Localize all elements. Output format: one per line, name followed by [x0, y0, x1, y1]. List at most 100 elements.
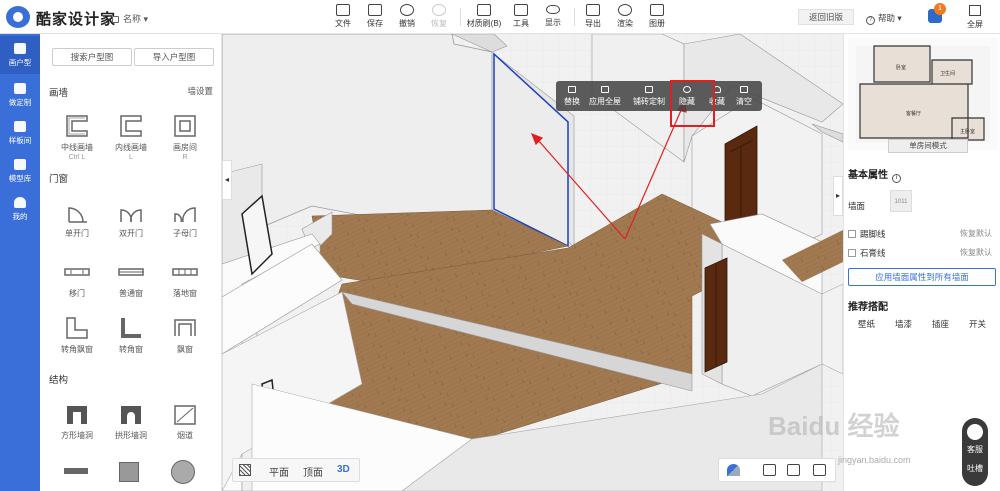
nav-model-label: 模型库 [8, 174, 32, 183]
import-floorplan-button[interactable]: 导入户型图 [134, 48, 214, 66]
mother-son-door-tool[interactable]: 子母门 [158, 198, 212, 239]
centerline-wall-tool[interactable]: 中线画墙 Ctrl L [50, 112, 104, 163]
pillar-round-icon[interactable] [171, 460, 195, 484]
render-button[interactable]: 渲染 [608, 3, 642, 31]
sliding-door-label: 移门 [69, 289, 85, 298]
door-window-section-title: 门窗 [49, 174, 69, 185]
nav-sample-room[interactable]: 样板间 [0, 114, 40, 152]
tile-icon [645, 86, 653, 93]
display-button[interactable]: 显示 [536, 3, 570, 31]
wall-settings-link[interactable]: 墙设置 [187, 85, 213, 97]
plaster-label: 石膏线 [860, 248, 886, 258]
project-name[interactable]: 名称 ▾ [112, 12, 148, 25]
flue-icon [171, 400, 199, 428]
undo-button[interactable]: 撤销 [390, 3, 424, 31]
rec-tab-socket[interactable]: 插座 [922, 318, 959, 330]
context-tile-custom[interactable]: 铺砖定制 [632, 84, 666, 108]
undo-icon [400, 4, 414, 16]
square-opening-tool[interactable]: 方形墙洞 [50, 400, 104, 441]
arch-opening-tool[interactable]: 拱形墙洞 [104, 400, 158, 441]
file-button[interactable]: 文件 [326, 3, 360, 31]
wall-material-swatch[interactable]: 1011 [890, 190, 912, 212]
single-door-tool[interactable]: 单开门 [50, 198, 104, 239]
corner-window-icon [117, 314, 145, 342]
back-to-old-version-button[interactable]: 返回旧版 [798, 9, 854, 25]
normal-window-icon [117, 258, 145, 286]
inner-wall-tool[interactable]: 内线画墙 L [104, 112, 158, 163]
save-button[interactable]: 保存 [358, 3, 392, 31]
context-apply-whole-house[interactable]: 应用全屋 [588, 84, 622, 108]
flue-tool[interactable]: 烟道 [158, 400, 212, 441]
skirting-reset-link[interactable]: 恢复默认 [960, 228, 992, 239]
redo-button[interactable]: 恢复 [422, 3, 456, 31]
hourglass-icon [740, 86, 748, 93]
fullscreen-icon [969, 5, 981, 16]
mother-son-door-icon [171, 198, 199, 226]
floor-window-tool[interactable]: 落地窗 [158, 258, 212, 299]
walk-mode-icon[interactable] [727, 464, 740, 476]
nav-mine[interactable]: 我的 [0, 190, 40, 228]
nav-custom[interactable]: 做定制 [0, 76, 40, 114]
search-floorplan-button[interactable]: 搜索户型图 [52, 48, 132, 66]
floorplan-minimap[interactable]: 卧室 卫生间 客餐厅 主卧室 单房间模式 [848, 38, 998, 153]
rec-tab-switch[interactable]: 开关 [959, 318, 996, 330]
bay-window-tool[interactable]: 飘窗 [158, 314, 212, 355]
square-opening-icon [63, 400, 91, 428]
mother-son-door-label: 子母门 [173, 229, 197, 238]
corner-bay-window-label: 转角飘窗 [61, 345, 93, 354]
album-button[interactable]: 图册 [640, 3, 674, 31]
rec-tab-wallpaper[interactable]: 壁纸 [848, 318, 885, 330]
bay-window-icon [171, 314, 199, 342]
plaster-checkbox[interactable] [848, 249, 856, 257]
tab-top[interactable]: 顶面 [303, 464, 323, 479]
tab-3d[interactable]: 3D [337, 464, 350, 475]
skirting-checkbox[interactable] [848, 230, 856, 238]
nav-model-library[interactable]: 模型库 [0, 152, 40, 190]
nav-floorplan[interactable]: 画户型 [0, 36, 40, 74]
tools-button[interactable]: 工具 [504, 3, 538, 31]
centerline-wall-icon [63, 112, 91, 140]
customer-service-widget[interactable]: 客服 吐槽 [962, 418, 988, 486]
corner-window-tool[interactable]: 转角窗 [104, 314, 158, 355]
draw-room-label: 画房间 [173, 143, 197, 152]
material-view-icon[interactable] [239, 464, 251, 476]
help-menu[interactable]: ? 帮助 ▾ [866, 12, 902, 25]
fullscreen-button[interactable]: 全屏 [964, 3, 986, 31]
tab-plan[interactable]: 平面 [269, 464, 289, 479]
beam-icon[interactable] [64, 468, 88, 474]
double-door-tool[interactable]: 双开门 [104, 198, 158, 239]
context-replace[interactable]: 替换 [560, 84, 584, 108]
camera-view-icon[interactable] [763, 464, 776, 476]
context-clear-label: 清空 [736, 97, 752, 106]
context-clear[interactable]: 清空 [732, 84, 756, 108]
info-icon: i [892, 174, 901, 183]
apply-to-all-walls-button[interactable]: 应用墙面属性到所有墙面 [848, 268, 996, 286]
brush-icon [477, 4, 491, 16]
material-brush-button[interactable]: 材质刷(B) [464, 3, 504, 31]
undo-label: 撤销 [399, 19, 415, 28]
sliding-door-tool[interactable]: 移门 [50, 258, 104, 299]
message-count-badge: 1 [934, 3, 946, 15]
floorplan-icon [14, 43, 26, 54]
basic-properties-title: 基本属性 i [848, 166, 901, 183]
centerline-wall-shortcut: Ctrl L [68, 154, 86, 161]
double-door-label: 双开门 [119, 229, 143, 238]
file-label: 文件 [335, 19, 351, 28]
normal-window-tool[interactable]: 普通窗 [104, 258, 158, 299]
plaster-reset-link[interactable]: 恢复默认 [960, 247, 992, 258]
export-label: 导出 [585, 19, 601, 28]
message-button[interactable]: 1 [928, 3, 946, 23]
single-room-mode-button[interactable]: 单房间模式 [888, 139, 968, 153]
corner-bay-window-tool[interactable]: 转角飘窗 [50, 314, 104, 355]
camera-settings-icon[interactable] [787, 464, 800, 476]
skirting-label: 踢脚线 [860, 229, 886, 239]
zoom-fit-icon[interactable] [813, 464, 826, 476]
rec-tab-paint[interactable]: 墙漆 [885, 318, 922, 330]
collapse-left-panel-button[interactable]: ◂ [222, 160, 232, 200]
export-button[interactable]: 导出 [576, 3, 610, 31]
collapse-right-panel-button[interactable]: ▸ [833, 176, 843, 216]
3d-viewport[interactable]: ◂ ▸ 替换 应用全屋 铺砖定制 隐藏 收藏 清空 平面 顶面 3D [222, 34, 843, 491]
tools-icon [14, 83, 26, 94]
draw-room-tool[interactable]: 画房间 R [158, 112, 212, 163]
pillar-square-icon[interactable] [119, 462, 139, 482]
